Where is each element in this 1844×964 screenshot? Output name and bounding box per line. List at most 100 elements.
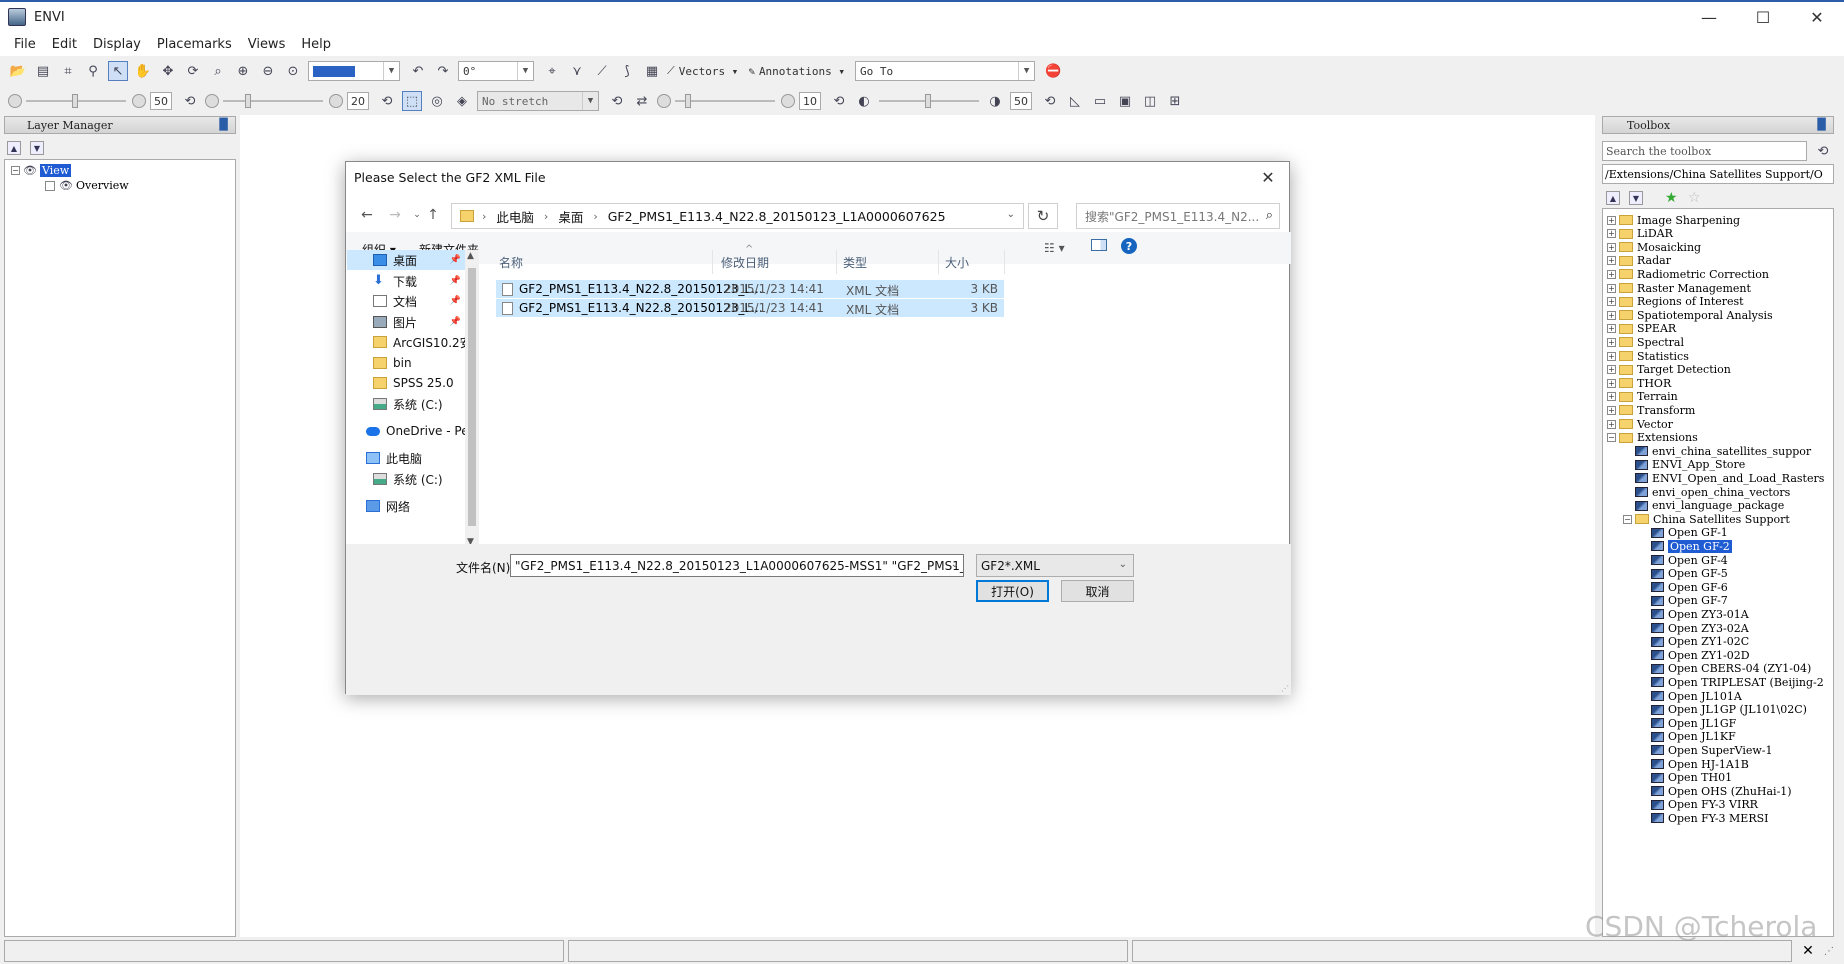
contrast-value[interactable]: 20 — [347, 92, 369, 110]
collapse-icon[interactable]: − — [1623, 514, 1632, 524]
toolbox-category-0[interactable]: + Image Sharpening — [1607, 213, 1740, 227]
expand-icon[interactable]: + — [1607, 378, 1616, 388]
view-swipe-icon[interactable]: ◫ — [1140, 91, 1160, 111]
toolbox-category-14[interactable]: + Transform — [1607, 403, 1695, 417]
resize-grip-icon[interactable]: ⋰ — [1281, 684, 1289, 693]
cancel-button[interactable]: 取消 — [1061, 580, 1134, 602]
data-manager-icon[interactable]: ▤ — [33, 61, 53, 81]
layer-overview-label[interactable]: Overview — [76, 179, 129, 192]
open-button[interactable]: 打开(O) — [976, 580, 1049, 602]
stretch-select[interactable]: No stretch ▼ — [477, 91, 599, 111]
crop-icon[interactable]: ⌗ — [58, 61, 78, 81]
pan-hand-icon[interactable]: ✋ — [133, 61, 153, 81]
status-close-icon[interactable]: ✕ — [1799, 941, 1817, 961]
expand-icon[interactable]: + — [1607, 229, 1616, 239]
view-link-icon[interactable]: ⊞ — [1165, 91, 1185, 111]
expand-icon[interactable]: + — [1607, 392, 1616, 402]
refresh-stretch-icon[interactable]: ⟲ — [607, 91, 627, 111]
rotate-left-icon[interactable]: ↶ — [408, 61, 428, 81]
nav-item-onedrive[interactable]: OneDrive - Pers — [347, 421, 465, 441]
zoom-icon[interactable]: ⌕ — [208, 61, 228, 81]
breadcrumb-desktop[interactable]: 桌面 — [558, 207, 583, 226]
filetype-select[interactable]: GF2*.XML ⌄ — [976, 554, 1134, 577]
toolbox-category-16[interactable]: − Extensions — [1607, 431, 1698, 445]
address-bar[interactable]: › 此电脑 › 桌面 › GF2_PMS1_E113.4_N22.8_20150… — [451, 203, 1024, 229]
histogram-icon[interactable]: ⇄ — [632, 91, 652, 111]
stretch-extent-icon[interactable]: ⬚ — [402, 91, 422, 111]
collapse-icon[interactable]: − — [11, 166, 20, 175]
reset-transparency-icon[interactable]: ⟲ — [1040, 91, 1060, 111]
goto-go-icon[interactable]: ⛔ — [1043, 61, 1063, 81]
toolbox-china-item-14[interactable]: Open JL1GF — [1651, 716, 1736, 730]
toolbox-category-15[interactable]: + Vector — [1607, 417, 1673, 431]
expand-all-icon[interactable]: ▼ — [30, 141, 44, 155]
sharpen-value[interactable]: 10 — [799, 92, 821, 110]
expand-icon[interactable]: + — [1607, 256, 1616, 266]
chevron-down-icon[interactable]: ⌄ — [951, 559, 959, 570]
table-icon[interactable]: ▦ — [642, 61, 662, 81]
vectors-dropdown[interactable]: ⟋ Vectors ▾ — [667, 64, 738, 78]
nav-item-arcgis[interactable]: ArcGIS10.2安装 — [347, 332, 465, 352]
vector-edit-icon[interactable]: ⋎ — [567, 61, 587, 81]
expand-all-icon[interactable]: ▼ — [1629, 191, 1643, 205]
toolbox-china-item-3[interactable]: Open GF-5 — [1651, 567, 1728, 581]
reset-sharpen-icon[interactable]: ⟲ — [829, 91, 849, 111]
toolbox-extension-3[interactable]: envi_open_china_vectors — [1635, 485, 1790, 499]
toolbox-china-item-9[interactable]: Open ZY1-02D — [1651, 648, 1750, 662]
toolbox-china-item-1[interactable]: Open GF-2 — [1651, 539, 1732, 553]
minimize-button[interactable]: — — [1682, 2, 1736, 32]
menu-display[interactable]: Display — [85, 37, 149, 52]
toolbox-extension-4[interactable]: envi_language_package — [1635, 499, 1784, 513]
collapse-all-icon[interactable]: ▲ — [7, 141, 21, 155]
placemark-icon[interactable]: ⚲ — [83, 61, 103, 81]
layer-row-overview[interactable]: 👁 Overview — [11, 178, 129, 193]
back-arrow-icon[interactable]: ← — [356, 205, 378, 225]
expand-icon[interactable]: + — [1607, 283, 1616, 293]
column-header-name[interactable]: 名称 — [493, 250, 713, 274]
nav-item-pictures[interactable]: 图片 📌 — [347, 312, 465, 332]
nav-item-spss[interactable]: SPSS 25.0 — [347, 373, 465, 393]
expand-icon[interactable]: + — [1607, 324, 1616, 334]
toolbox-china-item-20[interactable]: Open FY-3 VIRR — [1651, 798, 1758, 812]
file-row[interactable]: GF2_PMS1_E113.4_N22.8_20150123_L... 2015… — [496, 299, 1004, 317]
expand-icon[interactable]: + — [1607, 365, 1616, 375]
transparency-slider[interactable] — [879, 91, 979, 111]
menu-edit[interactable]: Edit — [44, 37, 85, 52]
dialog-close-button[interactable]: ✕ — [1255, 166, 1281, 188]
toolbox-category-8[interactable]: + SPEAR — [1607, 322, 1676, 336]
toolbox-search-input[interactable]: Search the toolbox — [1602, 141, 1807, 161]
view-flicker-icon[interactable]: ▣ — [1115, 91, 1135, 111]
toolbox-china-item-13[interactable]: Open JL1GP (JL101\02C) — [1651, 703, 1807, 717]
overview-checkbox[interactable] — [45, 180, 55, 191]
menu-file[interactable]: File — [6, 37, 44, 52]
expand-icon[interactable]: + — [1607, 310, 1616, 320]
point-icon[interactable]: ⌖ — [542, 61, 562, 81]
zoom-in-icon[interactable]: ⊕ — [233, 61, 253, 81]
reset-brightness-icon[interactable]: ⟲ — [180, 91, 200, 111]
toolbox-category-3[interactable]: + Radar — [1607, 254, 1671, 268]
toolbox-extension-2[interactable]: ENVI_Open_and_Load_Rasters — [1635, 471, 1824, 485]
toolbox-china-item-19[interactable]: Open OHS (ZhuHai-1) — [1651, 784, 1792, 798]
expand-icon[interactable]: + — [1607, 405, 1616, 415]
toolbox-china-item-11[interactable]: Open TRIPLESAT (Beijing-2 — [1651, 675, 1824, 689]
scrollbar-thumb[interactable] — [468, 268, 476, 526]
file-row[interactable]: GF2_PMS1_E113.4_N22.8_20150123_L... 2015… — [496, 280, 1004, 298]
toolbox-category-7[interactable]: + Spatiotemporal Analysis — [1607, 308, 1773, 322]
expand-icon[interactable]: + — [1607, 215, 1616, 225]
filename-input[interactable]: "GF2_PMS1_E113.4_N22.8_20150123_L1A00006… — [510, 554, 964, 577]
toolbox-china-item-5[interactable]: Open GF-7 — [1651, 594, 1728, 608]
expand-icon[interactable]: + — [1607, 337, 1616, 347]
column-header-date[interactable]: 修改日期 — [715, 250, 837, 274]
toolbox-category-11[interactable]: + Target Detection — [1607, 363, 1731, 377]
nav-item-system-c-2[interactable]: 系统 (C:) — [347, 469, 465, 489]
nav-item-bin[interactable]: bin — [347, 353, 465, 373]
toolbox-china-item-2[interactable]: Open GF-4 — [1651, 553, 1728, 567]
expand-icon[interactable]: + — [1607, 351, 1616, 361]
layer-view-label[interactable]: View — [40, 164, 72, 177]
nav-item-desktop[interactable]: 桌面 📌 — [347, 250, 465, 270]
rotate-right-icon[interactable]: ↷ — [433, 61, 453, 81]
toolbox-china-item-15[interactable]: Open JL1KF — [1651, 730, 1736, 744]
up-arrow-icon[interactable]: ↑ — [422, 205, 444, 225]
rotation-select[interactable]: 0° ▼ — [458, 61, 534, 81]
favorites-star-icon[interactable]: ★ — [1665, 190, 1678, 206]
